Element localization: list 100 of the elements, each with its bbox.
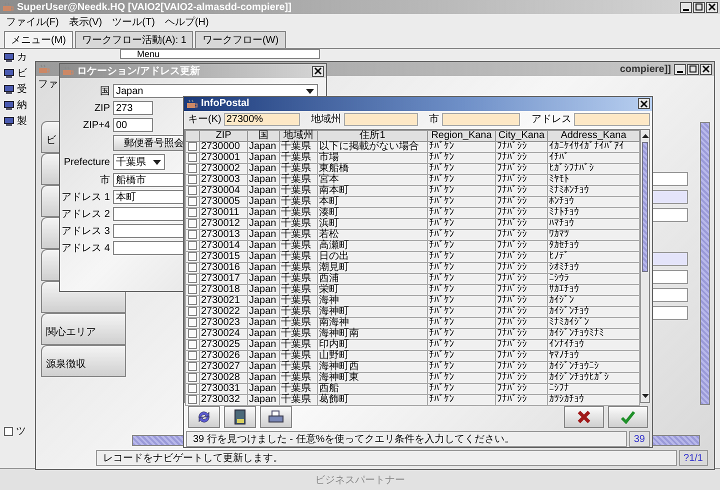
row-checkbox[interactable] — [188, 318, 197, 328]
table-cell: 千葉県 — [280, 273, 318, 284]
row-checkbox[interactable] — [188, 329, 197, 338]
checkbox[interactable] — [4, 426, 13, 436]
row-checkbox[interactable] — [188, 219, 197, 228]
table-cell: 千葉県 — [280, 141, 318, 152]
table-cell: 千葉県 — [280, 317, 318, 328]
table-cell: ｶｲｼﾞﾝ — [548, 295, 640, 306]
menu-item[interactable]: ファイル(F) — [6, 15, 59, 29]
cross-icon — [577, 410, 591, 424]
row-checkbox[interactable] — [188, 263, 197, 272]
print-button[interactable] — [260, 406, 292, 428]
table-cell: ﾆｼｳﾗ — [548, 273, 640, 284]
row-checkbox[interactable] — [188, 142, 197, 152]
menu-item[interactable]: ファ — [38, 77, 58, 91]
menu-item[interactable]: ツール(T) — [112, 15, 155, 29]
input-field[interactable]: 00 — [113, 118, 153, 132]
search-field[interactable]: 27300% — [224, 112, 300, 126]
row-checkbox[interactable] — [188, 153, 197, 162]
row-checkbox[interactable] — [188, 296, 197, 306]
column-header[interactable]: 国 — [248, 130, 280, 142]
side-tab[interactable]: 関心エリア — [41, 313, 126, 345]
dropdown[interactable]: 千葉県 — [113, 154, 165, 170]
refresh-icon — [196, 410, 212, 424]
minimize-button[interactable] — [674, 64, 686, 74]
table-cell: ﾐﾅﾄﾁｮｳ — [548, 207, 640, 218]
tab[interactable]: ワークフロー活動(A): 1 — [75, 31, 194, 48]
row-checkbox[interactable] — [188, 186, 197, 196]
table-cell: ﾁﾊﾞｹﾝ — [428, 372, 496, 384]
sidebar-item[interactable]: ビ — [17, 66, 27, 80]
row-checkbox[interactable] — [188, 175, 197, 184]
table-cell: ﾌﾅﾊﾞｼｼ — [496, 284, 548, 296]
tab[interactable]: ワークフロー(W) — [195, 31, 286, 48]
row-checkbox[interactable] — [188, 274, 197, 284]
table-cell: ﾐﾅﾐｶｲｼﾞﾝ — [548, 317, 640, 328]
table-cell: 西浦 — [318, 273, 428, 284]
row-checkbox[interactable] — [188, 307, 197, 316]
table-cell: ﾌﾅﾊﾞｼｼ — [496, 141, 548, 152]
table-cell: 千葉県 — [280, 240, 318, 252]
table-cell: 千葉県 — [280, 262, 318, 274]
ok-button[interactable] — [608, 406, 648, 428]
sidebar-item[interactable]: 受 — [17, 82, 27, 96]
row-checkbox[interactable] — [188, 340, 197, 350]
sidebar-item[interactable]: 納 — [17, 98, 27, 112]
row-checkbox[interactable] — [188, 241, 197, 250]
table-cell: ﾌﾅﾊﾞｼｼ — [496, 306, 548, 318]
table-cell: 南本町 — [318, 185, 428, 196]
close-button[interactable] — [638, 98, 650, 110]
menu-field[interactable]: Menu — [120, 49, 320, 59]
row-checkbox[interactable] — [188, 285, 197, 294]
row-checkbox[interactable] — [188, 164, 197, 174]
tab[interactable]: メニュー(M) — [4, 31, 73, 48]
menu-item[interactable]: 表示(V) — [68, 15, 102, 29]
row-checkbox[interactable] — [188, 252, 197, 262]
menu-item[interactable]: ヘルプ(H) — [164, 15, 209, 29]
table-cell: ﾁﾊﾞｹﾝ — [428, 383, 496, 394]
close-button[interactable] — [700, 64, 712, 74]
table-cell: ﾁﾊﾞｹﾝ — [428, 207, 496, 218]
row-checkbox[interactable] — [188, 384, 197, 394]
side-tab[interactable]: 源泉徴収 — [41, 345, 126, 377]
search-field[interactable] — [574, 112, 650, 126]
column-header[interactable]: Region_Kana — [428, 130, 496, 142]
maximize-button[interactable] — [693, 2, 705, 12]
maximize-icon — [695, 3, 703, 11]
row-checkbox[interactable] — [188, 197, 197, 206]
table-cell: ｲﾁﾊﾞ — [548, 152, 640, 164]
row-checkbox[interactable] — [188, 351, 197, 360]
refresh-button[interactable] — [188, 406, 220, 428]
sidebar-item[interactable]: 製 — [17, 114, 27, 128]
row-checkbox[interactable] — [188, 230, 197, 240]
table-cell: ｶｲｼﾞﾝﾁｮｳﾋｶﾞｼ — [548, 372, 640, 384]
close-button[interactable] — [706, 2, 718, 12]
table-cell: ｶｲｼﾞﾝﾁｮｳ — [548, 306, 640, 318]
row-checkbox[interactable] — [188, 373, 197, 382]
table-cell: ﾌﾅﾊﾞｼｼ — [496, 339, 548, 350]
close-button[interactable] — [312, 66, 324, 76]
table-cell: ﾊﾏﾁｮｳ — [548, 218, 640, 230]
table-cell: 千葉県 — [280, 185, 318, 196]
scrollbar[interactable] — [640, 130, 649, 402]
search-field[interactable] — [442, 112, 520, 126]
column-header[interactable]: City_Kana — [496, 130, 548, 142]
row-checkbox[interactable] — [188, 208, 197, 218]
maximize-button[interactable] — [687, 64, 699, 74]
search-field[interactable] — [344, 112, 418, 126]
dropdown[interactable]: Japan — [113, 84, 318, 98]
scrollbar[interactable] — [700, 122, 710, 405]
sidebar-item[interactable]: カ — [17, 50, 27, 64]
table-cell: ﾌﾅﾊﾞｼｼ — [496, 350, 548, 362]
column-header[interactable]: 地域州 — [280, 130, 318, 142]
row-checkbox[interactable] — [188, 362, 197, 372]
cancel-button[interactable] — [564, 406, 604, 428]
checkbox-label: ツ — [16, 425, 26, 438]
table-cell: 海神町南 — [318, 328, 428, 340]
column-header[interactable]: 住所1 — [318, 130, 428, 142]
column-header[interactable]: ZIP — [200, 130, 248, 142]
input-field[interactable]: 273 — [113, 101, 153, 115]
minimize-button[interactable] — [680, 2, 692, 12]
row-checkbox[interactable] — [188, 395, 197, 404]
table-cell: 千葉県 — [280, 328, 318, 340]
column-header[interactable]: Address_Kana — [548, 130, 640, 142]
